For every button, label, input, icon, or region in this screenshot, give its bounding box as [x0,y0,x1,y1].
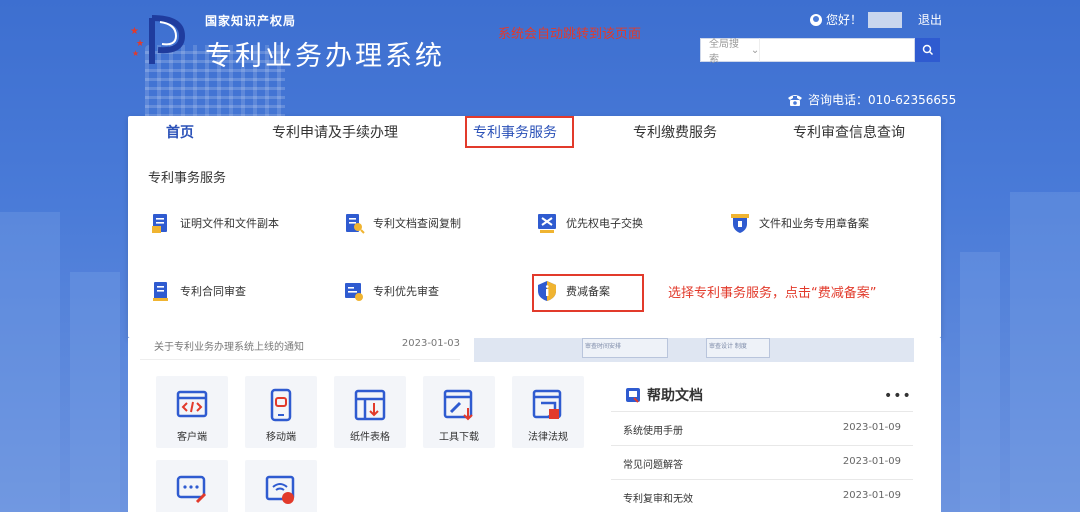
redirect-annotation: 系统会自动跳转到该页面 [498,27,642,42]
global-search: 全局搜索 ⌄ [700,38,940,65]
nav-patent-examination-query[interactable]: 专利审查信息查询 [793,122,905,142]
tools-download-icon [443,389,473,421]
greeting-text: 您好！ [826,13,863,27]
instruction-annotation: 选择专利事务服务，点击“费减备案” [668,286,877,301]
submenu-item-stamp-filing[interactable]: 文件和业务专用章备案 [729,212,869,234]
banner-box: 审查时间安排 [582,338,668,358]
chevron-down-icon: ⌄ [750,44,760,56]
svg-text:★: ★ [132,49,139,58]
submenu-item-certificate-copies[interactable]: 证明文件和文件副本 [150,212,279,234]
svg-text:★: ★ [136,39,144,49]
help-docs-heading: 帮助文档 [625,385,703,405]
wifi-security-icon [265,475,295,504]
search-icon [922,44,933,56]
submenu-item-priority-exchange[interactable]: 优先权电子交换 [536,212,643,234]
submenu-item-document-search[interactable]: 专利文档查阅复制 [343,212,461,234]
news-date: 2023-01-03 [401,338,460,349]
logout-link[interactable]: 退出 [918,11,942,28]
help-doc-row[interactable]: 常见问题解答 2023-01-09 [611,445,913,479]
system-name: 专利业务办理系统 [205,41,445,72]
contract-icon [153,282,168,301]
law-icon [532,389,562,419]
news-title: 关于专利业务办理系统上线的通知 [154,342,304,353]
svg-text:★: ★ [130,26,139,37]
fee-reduction-highlight-box [532,274,644,312]
homepage-content: 关于专利业务办理系统上线的通知 2023-01-03 审查时间安排 审查设计 制… [128,338,941,512]
banner-image: 审查时间安排 审查设计 制度 [474,338,914,362]
nav-home[interactable]: 首页 [166,122,194,142]
phone-icon [788,94,802,106]
tile-paper-forms[interactable]: 纸件表格 [334,376,406,448]
username-redacted [868,11,903,28]
table-form-icon [354,389,386,421]
user-icon [810,13,822,26]
priority-review-icon [345,283,363,301]
user-area: 您好！ 退出 [810,11,942,28]
tile-laws[interactable]: 法律法规 [512,376,584,448]
submenu-title: 专利事务服务 [148,171,227,186]
submenu-item-contract-review[interactable]: 专利合同审查 [150,280,246,302]
nav-dropdown-panel: 首页 专利申请及手续办理 专利事务服务 专利缴费服务 专利审查信息查询 专利事务… [128,116,941,338]
exchange-icon [538,214,556,233]
search-scope-select[interactable]: 全局搜索 ⌄ [700,38,760,65]
nav-highlight-box [465,116,574,148]
stamp-shield-icon [731,214,749,233]
cnipa-logo: ★ ★ ★ [130,14,192,66]
more-icon[interactable]: ••• [884,388,912,404]
banner-box: 审查设计 制度 [706,338,770,358]
tile-tools-download[interactable]: 工具下载 [423,376,495,448]
submenu-item-priority-review[interactable]: 专利优先审查 [343,280,439,302]
document-certificate-icon [152,214,167,233]
message-edit-icon [176,475,207,504]
help-doc-row[interactable]: 系统使用手册 2023-01-09 [611,411,913,445]
code-window-icon [176,390,208,418]
search-input[interactable] [759,38,916,62]
hotline-text: 咨询电话：010-62356655 [808,93,957,107]
nav-patent-fee[interactable]: 专利缴费服务 [633,122,717,142]
tile-mobile[interactable]: 移动端 [245,376,317,448]
search-button[interactable] [915,38,940,62]
tile-feedback[interactable] [156,460,228,512]
document-search-icon [346,214,365,234]
help-doc-row[interactable]: 专利复审和无效 2023-01-09 [611,479,913,512]
main-nav: 首页 专利申请及手续办理 专利事务服务 专利缴费服务 专利审查信息查询 [128,116,941,148]
nav-patent-application[interactable]: 专利申请及手续办理 [272,122,398,142]
help-book-icon [626,388,640,403]
mobile-icon [270,388,292,422]
tile-network-security[interactable] [245,460,317,512]
hotline: 咨询电话：010-62356655 [786,91,956,108]
org-name: 国家知识产权局 [205,14,297,28]
news-row[interactable]: 关于专利业务办理系统上线的通知 2023-01-03 [140,338,460,360]
tile-client[interactable]: 客户端 [156,376,228,448]
